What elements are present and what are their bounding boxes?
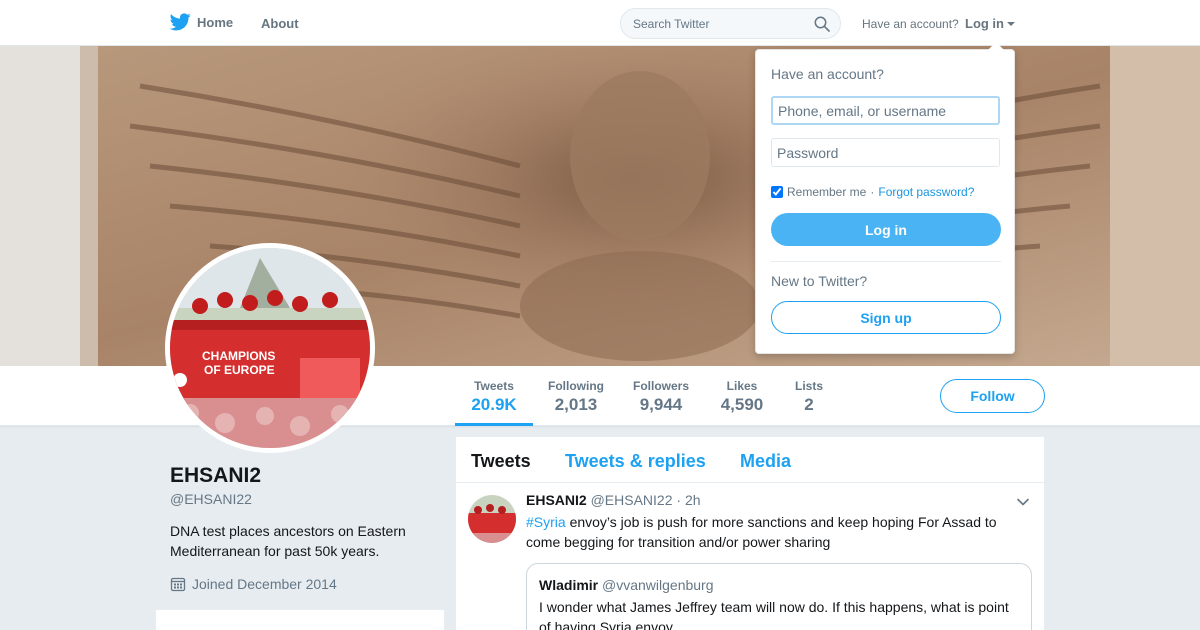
- stat-value: 4,590: [720, 395, 764, 414]
- signup-button[interactable]: Sign up: [771, 301, 1001, 334]
- stat-value: 9,944: [639, 395, 683, 414]
- tweet-text: #Syria envoy’s job is push for more sanc…: [526, 512, 1026, 552]
- side-card: [156, 610, 444, 630]
- remember-row: Remember me · Forgot password?: [771, 185, 974, 199]
- stat-label: Following: [548, 379, 604, 393]
- stat-value: 2: [804, 395, 814, 414]
- caret-down-icon: [1007, 21, 1015, 26]
- profile-bio: DNA test places ancestors on Eastern Med…: [170, 523, 406, 559]
- remember-me-checkbox[interactable]: [771, 186, 783, 198]
- joined-date: Joined December 2014: [192, 576, 337, 592]
- stat-likes[interactable]: Likes 4,590: [710, 366, 774, 426]
- tab-media[interactable]: Media: [740, 451, 791, 472]
- avatar-banner-line2: OF EUROPE: [204, 363, 275, 377]
- avatar-image: CHAMPIONS OF EUROPE: [170, 248, 370, 448]
- twitter-bird-icon: [170, 13, 191, 31]
- stat-label: Lists: [794, 379, 823, 393]
- tab-tweets-replies[interactable]: Tweets & replies: [565, 451, 706, 472]
- tweet-hashtag[interactable]: #Syria: [526, 514, 566, 530]
- nav-home-link[interactable]: Home: [170, 13, 233, 31]
- quoted-tweet-text: I wonder what James Jeffrey team will no…: [539, 599, 1009, 630]
- remember-separator: ·: [870, 185, 875, 199]
- search-input[interactable]: [633, 15, 813, 33]
- quoted-author-name: Wladimir: [539, 577, 599, 593]
- tweet-separator: ·: [676, 492, 682, 508]
- tweet-author-handle[interactable]: @EHSANI22: [591, 492, 673, 508]
- avatar-banner-line1: CHAMPIONS: [202, 349, 275, 363]
- username-field[interactable]: [771, 96, 1000, 125]
- quoted-tweet[interactable]: Wladimir @vvanwilgenburg I wonder what J…: [526, 563, 1032, 630]
- forgot-password-link[interactable]: Forgot password?: [878, 185, 974, 199]
- stat-label: Likes: [726, 379, 758, 393]
- search-icon[interactable]: [814, 16, 830, 32]
- timeline-tabs: Tweets Tweets & replies Media: [456, 437, 1044, 483]
- calendar-icon: [170, 577, 186, 592]
- remember-me-label[interactable]: Remember me: [787, 185, 866, 199]
- top-nav: Home About Have an account? Log in: [0, 0, 1200, 46]
- stat-following[interactable]: Following 2,013: [540, 366, 612, 426]
- nav-home-label: Home: [197, 14, 234, 30]
- stat-value: 2,013: [554, 395, 598, 414]
- tweet-header: EHSANI2 @EHSANI22 · 2h: [526, 492, 701, 508]
- profile-avatar[interactable]: CHAMPIONS OF EUROPE: [165, 243, 375, 453]
- stat-value: 20.9K: [471, 395, 517, 414]
- profile-name[interactable]: EHSANI2: [170, 464, 261, 488]
- password-field[interactable]: [771, 138, 1000, 167]
- nav-about-link[interactable]: About: [261, 16, 299, 31]
- tweet-body: envoy’s job is push for more sanctions a…: [526, 514, 997, 550]
- tweet-avatar[interactable]: [468, 495, 516, 543]
- stat-label: Tweets: [474, 379, 514, 393]
- tweet-author-name[interactable]: EHSANI2: [526, 492, 587, 508]
- dropdown-divider: [771, 261, 1001, 262]
- timeline: Tweets Tweets & replies Media EHSANI2 @E…: [456, 437, 1044, 630]
- login-dropdown-title: Have an account?: [771, 66, 884, 82]
- chevron-down-icon[interactable]: [1016, 495, 1030, 509]
- stat-followers[interactable]: Followers 9,944: [626, 366, 696, 426]
- new-to-twitter-text: New to Twitter?: [771, 273, 868, 289]
- tab-tweets[interactable]: Tweets: [471, 451, 531, 472]
- tweet-avatar-image: [468, 495, 516, 543]
- stat-tweets[interactable]: Tweets 20.9K: [455, 366, 533, 426]
- profile-handle[interactable]: @EHSANI22: [170, 491, 252, 507]
- quoted-author-handle: @vvanwilgenburg: [602, 577, 714, 593]
- login-dropdown: Have an account? Remember me · Forgot pa…: [755, 42, 1015, 354]
- have-account-text: Have an account?: [862, 17, 959, 31]
- profile-joined: Joined December 2014: [170, 576, 337, 592]
- tweet-time[interactable]: 2h: [685, 492, 701, 508]
- search-box[interactable]: [620, 8, 841, 39]
- quoted-tweet-header: Wladimir @vvanwilgenburg: [539, 577, 714, 593]
- stat-lists[interactable]: Lists 2: [786, 366, 832, 426]
- login-dropdown-toggle[interactable]: Log in: [965, 16, 1015, 31]
- login-link-label: Log in: [965, 16, 1004, 31]
- stat-label: Followers: [632, 379, 689, 393]
- follow-button[interactable]: Follow: [940, 379, 1045, 413]
- login-button[interactable]: Log in: [771, 213, 1001, 246]
